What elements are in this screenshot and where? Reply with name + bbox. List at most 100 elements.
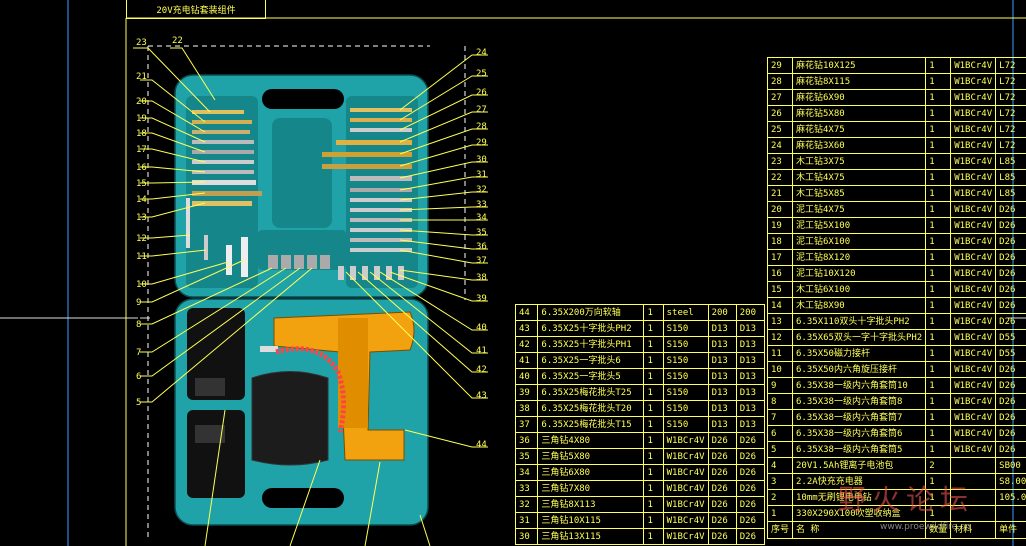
cad-canvas[interactable]: 20V充电钻套装组件 23 22 21 20 19 18 17 16 15 14 13 12 11 10 9…: [0, 0, 1026, 546]
bom-cell: 1: [925, 153, 952, 170]
bom-row: 42 6.35X25十字批头PH1 1 S150 D13 D13: [514, 336, 766, 353]
bom-cell: 1: [925, 233, 952, 250]
bom-cell: D26: [707, 496, 737, 513]
callout-number: 42: [476, 365, 487, 375]
bom-cell: L72: [995, 73, 1026, 90]
bom-cell: D26: [735, 480, 766, 497]
bom-cell: 麻花钻3X60: [792, 137, 927, 154]
bom-cell: 1: [643, 320, 664, 337]
bom-cell: W1BCr4V: [950, 361, 997, 378]
callout-number: 40: [476, 323, 487, 333]
bom-header-cell: 单件: [995, 521, 1026, 539]
bom-cell: L85: [995, 153, 1026, 170]
bom-cell: 泥工钻4X75: [792, 201, 927, 218]
bom-cell: L72: [995, 121, 1026, 138]
bom-cell: W1BCr4V: [950, 201, 997, 218]
bom-cell: 20: [766, 201, 794, 218]
bom-cell: L72: [995, 57, 1026, 74]
bom-cell: 33: [514, 480, 539, 497]
bom-cell: D26: [735, 432, 766, 449]
bom-cell: 1: [925, 377, 952, 394]
bom-cell: D26: [995, 233, 1026, 250]
bom-cell: 1: [925, 361, 952, 378]
bom-row: 16泥工钻10X1201W1BCr4VD26D26: [766, 265, 1026, 282]
bom-cell: 2: [766, 489, 794, 506]
bom-cell: 麻花钻6X90: [792, 89, 927, 106]
bom-cell: D13: [707, 416, 737, 433]
bom-cell: D55: [995, 345, 1026, 362]
bom-cell: W1BCr4V: [950, 329, 997, 346]
bom-cell: D13: [735, 320, 766, 337]
callout-number: 23: [136, 38, 147, 48]
bom-cell: D26: [735, 448, 766, 465]
bom-cell: 17: [766, 249, 794, 266]
callout-number: 36: [476, 242, 487, 252]
bom-cell: 1: [925, 121, 952, 138]
bom-row: 27麻花钻6X901W1BCr4VL72L72: [766, 89, 1026, 106]
bom-cell: 16: [766, 265, 794, 282]
callout-number: 44: [476, 440, 487, 450]
bom-cell: W1BCr4V: [950, 393, 997, 410]
bom-cell: W1BCr4V: [950, 57, 997, 74]
bom-cell: 1: [925, 329, 952, 346]
callout-number: 43: [476, 391, 487, 401]
bom-cell: L85: [995, 185, 1026, 202]
bom-cell: 6.35X25一字批头6: [537, 352, 645, 369]
bom-cell: W1BCr4V: [662, 432, 709, 449]
bom-cell: 1: [925, 281, 952, 298]
bom-cell: D26: [735, 528, 766, 545]
bom-table-right: 29麻花钻10X1251W1BCr4VL72L7228麻花钻8X1151W1BC…: [766, 57, 1026, 539]
bom-cell: W1BCr4V: [662, 464, 709, 481]
bom-row: 32 三角钻8X113 1 W1BCr4V D26 D26: [514, 496, 766, 513]
bom-cell: 24: [766, 137, 794, 154]
bom-cell: 40: [514, 368, 539, 385]
bom-cell: 34: [514, 464, 539, 481]
bom-cell: W1BCr4V: [950, 281, 997, 298]
bom-cell: D26: [995, 361, 1026, 378]
bom-row: 56.35X38一级内六角套筒51W1BCr4VD26D26: [766, 441, 1026, 458]
bom-row: 39 6.35X25梅花批头T25 1 S150 D13 D13: [514, 384, 766, 401]
callout-number: 14: [136, 195, 147, 205]
bom-cell: 泥工钻6X100: [792, 233, 927, 250]
callout-number: 32: [476, 185, 487, 195]
bom-cell: 1: [925, 345, 952, 362]
bom-cell: 1: [643, 336, 664, 353]
bom-cell: W1BCr4V: [950, 137, 997, 154]
bom-cell: 1: [643, 416, 664, 433]
bom-row: 66.35X38一级内六角套筒61W1BCr4VD26D26: [766, 425, 1026, 442]
bom-cell: S150: [662, 416, 709, 433]
bom-cell: 1: [643, 512, 664, 529]
bom-cell: 1: [643, 480, 664, 497]
bom-cell: 1: [643, 304, 664, 321]
bom-cell: steel: [662, 304, 709, 321]
bom-cell: 200: [707, 304, 737, 321]
bom-cell: 15: [766, 281, 794, 298]
bom-cell: D26: [707, 528, 737, 545]
bom-cell: SB00: [995, 457, 1026, 474]
callout-number: 19: [136, 114, 147, 124]
bom-cell: 11: [766, 345, 794, 362]
bom-cell: 木工钻4X75: [792, 169, 927, 186]
bom-cell: 7: [766, 409, 794, 426]
title-block: 20V充电钻套装组件: [126, 0, 266, 19]
bom-cell: W1BCr4V: [950, 185, 997, 202]
bom-cell: D26: [995, 425, 1026, 442]
bom-row: 41 6.35X25一字批头6 1 S150 D13 D13: [514, 352, 766, 369]
bom-cell: W1BCr4V: [950, 249, 997, 266]
bom-cell: D13: [735, 400, 766, 417]
bom-cell: 6.35X50磁力接杆: [792, 345, 927, 362]
bom-cell: D26: [995, 313, 1026, 330]
callout-number: 8: [136, 320, 142, 330]
bom-cell: 1: [643, 464, 664, 481]
bom-cell: W1BCr4V: [950, 233, 997, 250]
bom-cell: D26: [995, 409, 1026, 426]
bom-cell: 1: [925, 425, 952, 442]
bom-cell: W1BCr4V: [950, 377, 997, 394]
bom-cell: 3: [766, 473, 794, 490]
callout-number: 18: [136, 129, 147, 139]
bom-cell: W1BCr4V: [950, 121, 997, 138]
bom-cell: W1BCr4V: [662, 448, 709, 465]
bom-row: 106.35X50内六角旋压接杆1W1BCr4VD26D26: [766, 361, 1026, 378]
bom-cell: 42: [514, 336, 539, 353]
bom-cell: 6.35X25十字批头PH2: [537, 320, 645, 337]
